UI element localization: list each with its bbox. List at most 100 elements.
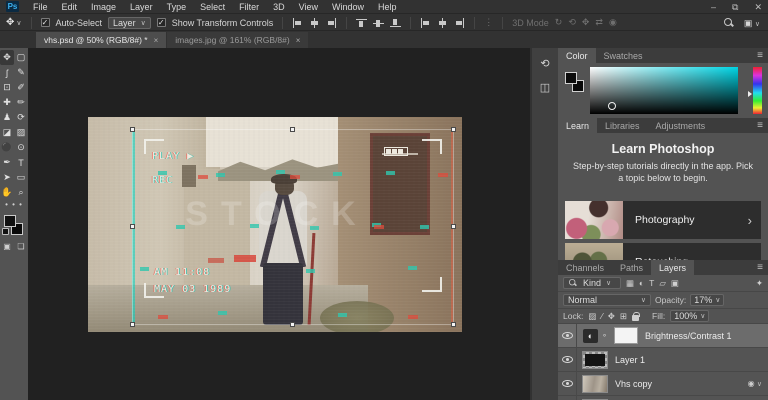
learn-topic-retouching[interactable]: Retouching ›: [565, 243, 761, 260]
smart-filter-toggle-icon[interactable]: ◉ ∨: [748, 379, 762, 388]
align-right-edges-icon[interactable]: [326, 17, 337, 28]
pen-tool[interactable]: ✒: [0, 155, 14, 170]
fill-value[interactable]: 100% ∨: [670, 310, 710, 322]
tab-swatches[interactable]: Swatches: [596, 48, 651, 63]
transform-handle[interactable]: [451, 127, 456, 132]
default-colors-icon[interactable]: [2, 228, 9, 235]
layer-name[interactable]: Layer 1: [615, 355, 645, 365]
layer-thumbnail[interactable]: [582, 350, 608, 369]
history-brush-tool[interactable]: ⟳: [14, 110, 28, 125]
filter-smart-objects-icon[interactable]: ▣: [671, 278, 679, 289]
layer-row-vhs-copy[interactable]: Vhs copy ◉ ∨: [558, 371, 768, 396]
layer-row-partial[interactable]: [558, 395, 768, 400]
filter-shape-layers-icon[interactable]: ▱: [659, 278, 666, 289]
canvas-area[interactable]: STOCK PLAY ▶ REC AM 11:08 MAY 03 1989: [28, 48, 530, 400]
visibility-toggle[interactable]: [558, 323, 577, 348]
layer-name[interactable]: Brightness/Contrast 1: [645, 331, 732, 341]
zoom-tool[interactable]: ⌕: [14, 185, 28, 200]
align-bottom-edges-icon[interactable]: [390, 18, 402, 28]
properties-panel-icon[interactable]: ◫: [536, 78, 554, 96]
hue-slider-arrow[interactable]: [748, 91, 752, 97]
filter-pin-icon[interactable]: ✦: [756, 278, 763, 289]
auto-select-target-dropdown[interactable]: Layer ∨: [108, 16, 151, 29]
type-tool[interactable]: T: [14, 155, 28, 170]
visibility-toggle[interactable]: [558, 347, 577, 372]
visibility-toggle[interactable]: [558, 371, 577, 396]
filter-type-layers-icon[interactable]: T: [649, 278, 654, 288]
close-button[interactable]: ✕: [754, 2, 762, 13]
close-tab-icon[interactable]: ×: [154, 36, 159, 45]
tab-learn[interactable]: Learn: [558, 118, 598, 133]
filter-pixel-layers-icon[interactable]: ▦: [626, 278, 634, 289]
transform-handle[interactable]: [130, 224, 135, 229]
foreground-color-swatch[interactable]: [565, 72, 577, 84]
show-transform-checkbox[interactable]: ✓: [156, 18, 166, 27]
lock-all-icon[interactable]: [632, 311, 641, 321]
menu-window[interactable]: Window: [332, 2, 364, 12]
layer-mask-thumbnail[interactable]: [614, 327, 639, 344]
blur-tool[interactable]: ⚫: [0, 140, 14, 155]
path-selection-tool[interactable]: ➤: [0, 170, 14, 185]
eyedropper-tool[interactable]: ✐: [14, 80, 28, 95]
filter-kind-dropdown[interactable]: Kind ∨: [563, 277, 621, 289]
quick-mask-button[interactable]: ▣: [0, 240, 14, 253]
lock-transparent-pixels-icon[interactable]: ▨: [588, 311, 596, 322]
brush-tool[interactable]: ✏: [14, 95, 28, 110]
transform-bounding-box[interactable]: [130, 127, 456, 327]
panel-menu-icon[interactable]: ≡: [757, 50, 763, 61]
menu-select[interactable]: Select: [200, 2, 225, 12]
tab-channels[interactable]: Channels: [558, 260, 612, 275]
foreground-color-swatch[interactable]: [4, 215, 16, 227]
layer-name[interactable]: Vhs copy: [615, 379, 652, 389]
transform-handle[interactable]: [130, 322, 135, 327]
layer-row-layer-1[interactable]: Layer 1: [558, 347, 768, 372]
workspace-switcher[interactable]: ▣ ∨: [744, 18, 760, 29]
transform-handle[interactable]: [290, 127, 295, 132]
align-left-edges-icon[interactable]: [292, 17, 303, 28]
tab-layers[interactable]: Layers: [651, 260, 695, 275]
lock-artboard-icon[interactable]: ⊞: [620, 311, 627, 322]
tab-paths[interactable]: Paths: [612, 260, 651, 275]
visibility-toggle[interactable]: [558, 395, 577, 400]
edit-toolbar-button[interactable]: • • •: [0, 200, 28, 212]
menu-edit[interactable]: Edit: [62, 2, 78, 12]
lock-image-pixels-icon[interactable]: ⁄: [601, 311, 602, 321]
hue-ramp[interactable]: [753, 67, 762, 114]
panel-menu-icon[interactable]: ≡: [757, 120, 763, 131]
history-panel-icon[interactable]: ⟲: [536, 54, 554, 72]
tab-libraries[interactable]: Libraries: [597, 118, 648, 133]
minimize-button[interactable]: –: [711, 2, 716, 12]
dodge-tool[interactable]: ⊙: [14, 140, 28, 155]
lock-position-icon[interactable]: ✥: [608, 311, 615, 322]
transform-handle[interactable]: [130, 127, 135, 132]
layer-row-brightness-contrast[interactable]: ◐ ∘ Brightness/Contrast 1: [558, 323, 768, 348]
blend-mode-dropdown[interactable]: Normal ∨: [563, 294, 651, 306]
quick-selection-tool[interactable]: ✎: [14, 65, 28, 80]
clone-stamp-tool[interactable]: ♟: [0, 110, 14, 125]
hand-tool[interactable]: ✋: [0, 185, 14, 200]
saturation-brightness-field[interactable]: [590, 67, 738, 114]
eraser-tool[interactable]: ◪: [0, 125, 14, 140]
opacity-value[interactable]: 17% ∨: [690, 294, 725, 306]
color-picker-cursor[interactable]: [608, 102, 616, 110]
menu-filter[interactable]: Filter: [239, 2, 259, 12]
auto-select-checkbox[interactable]: ✓: [40, 18, 50, 27]
document-vhs[interactable]: STOCK PLAY ▶ REC AM 11:08 MAY 03 1989: [88, 117, 462, 332]
marquee-tool[interactable]: ▢: [14, 50, 28, 65]
menu-image[interactable]: Image: [91, 2, 116, 12]
layer-thumbnail[interactable]: [582, 374, 608, 393]
gradient-tool[interactable]: ▨: [14, 125, 28, 140]
more-align-options-icon[interactable]: ⋮: [484, 17, 493, 28]
menu-view[interactable]: View: [299, 2, 318, 12]
menu-type[interactable]: Type: [167, 2, 187, 12]
close-tab-icon[interactable]: ×: [296, 36, 301, 45]
menu-help[interactable]: Help: [378, 2, 397, 12]
move-tool[interactable]: ✥: [0, 50, 14, 65]
panel-menu-icon[interactable]: ≡: [757, 262, 763, 273]
screen-mode-button[interactable]: ❏: [14, 240, 28, 253]
transform-handle[interactable]: [290, 322, 295, 327]
transform-handle[interactable]: [451, 322, 456, 327]
lasso-tool[interactable]: ʃ: [0, 65, 14, 80]
tab-color[interactable]: Color: [558, 48, 596, 63]
align-vertical-centers-icon[interactable]: [373, 18, 385, 28]
